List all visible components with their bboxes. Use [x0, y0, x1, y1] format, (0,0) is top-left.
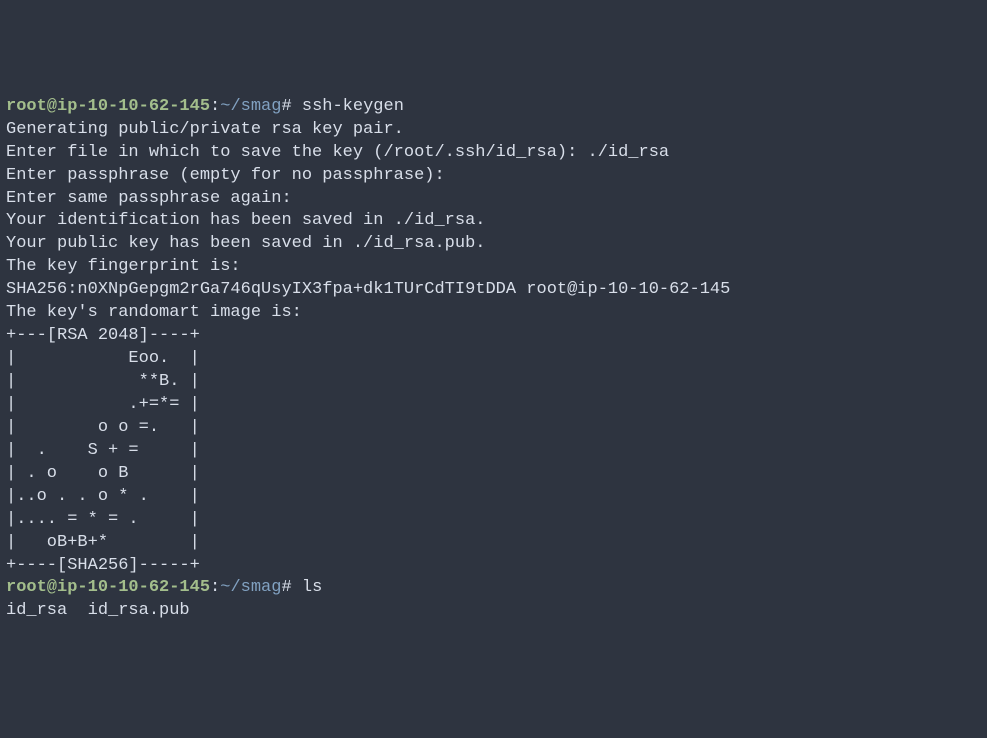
command-text: ssh-keygen [302, 97, 404, 116]
prompt-user: root@ip-10-10-62-145 [6, 578, 210, 597]
output-line: Enter file in which to save the key (/ro… [6, 142, 981, 165]
prompt-path: ~/smag [220, 578, 281, 597]
output-line: Generating public/private rsa key pair. [6, 119, 981, 142]
randomart-line: +---[RSA 2048]----+ [6, 325, 981, 348]
randomart-line: | .+=*= | [6, 394, 981, 417]
randomart-line: | . o o B | [6, 463, 981, 486]
prompt-hash: # [281, 97, 301, 116]
ls-output: id_rsa id_rsa.pub [6, 600, 981, 623]
randomart-line: | **B. | [6, 371, 981, 394]
output-line: The key's randomart image is: [6, 302, 981, 325]
prompt-line-2: root@ip-10-10-62-145:~/smag# ls [6, 577, 981, 600]
command-text: ls [302, 578, 322, 597]
randomart-line: | o o =. | [6, 417, 981, 440]
prompt-path: ~/smag [220, 97, 281, 116]
randomart-line: | oB+B+* | [6, 532, 981, 555]
output-line: SHA256:n0XNpGepgm2rGa746qUsyIX3fpa+dk1TU… [6, 279, 981, 302]
randomart-line: | . S + = | [6, 440, 981, 463]
prompt-colon: : [210, 578, 220, 597]
output-line: Enter same passphrase again: [6, 188, 981, 211]
randomart-line: +----[SHA256]-----+ [6, 555, 981, 578]
output-line: Enter passphrase (empty for no passphras… [6, 165, 981, 188]
randomart-line: | Eoo. | [6, 348, 981, 371]
prompt-hash: # [281, 578, 301, 597]
prompt-line-1: root@ip-10-10-62-145:~/smag# ssh-keygen [6, 96, 981, 119]
output-line: Your identification has been saved in ./… [6, 210, 981, 233]
randomart-line: |.... = * = . | [6, 509, 981, 532]
prompt-user: root@ip-10-10-62-145 [6, 97, 210, 116]
output-line: Your public key has been saved in ./id_r… [6, 233, 981, 256]
randomart-line: |..o . . o * . | [6, 486, 981, 509]
output-line: The key fingerprint is: [6, 256, 981, 279]
terminal-output[interactable]: root@ip-10-10-62-145:~/smag# ssh-keygenG… [6, 96, 981, 624]
prompt-colon: : [210, 97, 220, 116]
